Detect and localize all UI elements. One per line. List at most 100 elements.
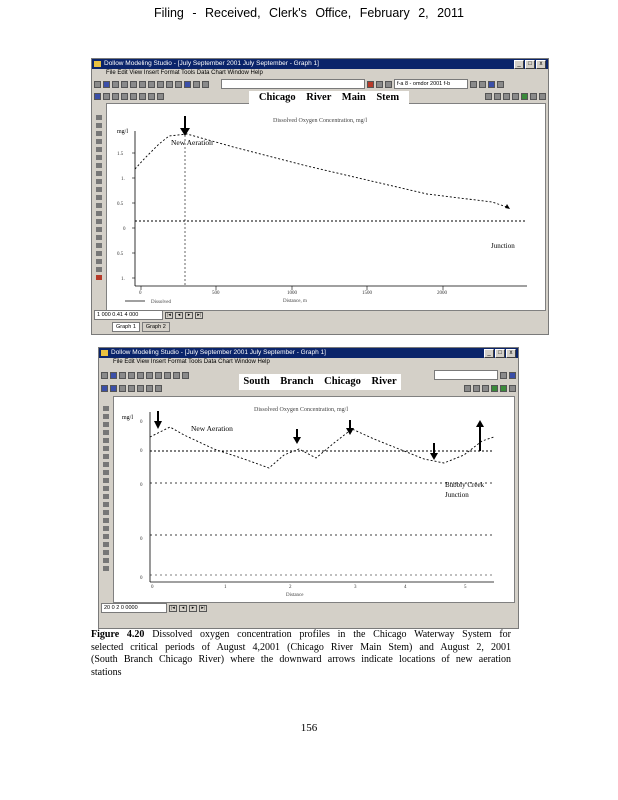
run-icon[interactable] <box>491 384 498 392</box>
nav-prev-button[interactable]: ◂ <box>175 311 183 319</box>
select-tool-icon[interactable] <box>95 115 102 120</box>
nav-next-button[interactable]: ▸ <box>189 604 197 612</box>
copy-icon[interactable] <box>148 80 155 88</box>
ellipse-tool-icon[interactable] <box>102 446 109 451</box>
scale-tool-icon[interactable] <box>102 550 109 555</box>
rect-tool-icon[interactable] <box>95 147 102 152</box>
cut-icon[interactable] <box>139 80 146 88</box>
pointer-icon[interactable] <box>146 384 153 392</box>
pen-tool-icon[interactable] <box>95 187 102 192</box>
text-icon[interactable] <box>157 92 164 100</box>
format-icon[interactable] <box>376 80 383 88</box>
table-icon[interactable] <box>193 80 200 88</box>
nav-last-button[interactable]: ▸| <box>195 311 203 319</box>
ellipse-tool-icon[interactable] <box>95 155 102 160</box>
window-icon[interactable] <box>509 384 516 392</box>
redo-icon[interactable] <box>182 371 189 379</box>
nav-first-button[interactable]: |◂ <box>169 604 177 612</box>
italic-icon[interactable] <box>479 80 486 88</box>
font-combo[interactable]: f-a 8 - omdor 2001 f-b <box>394 79 468 89</box>
paint-tool-icon[interactable] <box>102 566 109 571</box>
next-record-icon[interactable] <box>482 384 489 392</box>
measure-tool-icon[interactable] <box>95 211 102 216</box>
zoom-tool-icon[interactable] <box>102 414 109 419</box>
run-icon[interactable] <box>521 92 528 100</box>
minimize-button[interactable]: _ <box>484 349 494 358</box>
last-record-icon[interactable] <box>512 92 519 100</box>
bold-icon[interactable] <box>500 371 507 379</box>
line-tool-icon[interactable] <box>95 139 102 144</box>
layout-icon[interactable] <box>101 384 108 392</box>
marker-tool-icon[interactable] <box>102 494 109 499</box>
marker-tool-icon[interactable] <box>95 203 102 208</box>
nav-prev-button[interactable]: ◂ <box>179 604 187 612</box>
grid-tool-icon[interactable] <box>95 243 102 248</box>
maximize-button[interactable]: □ <box>525 60 535 69</box>
pan-tool-icon[interactable] <box>95 131 102 136</box>
series-tool-icon[interactable] <box>95 251 102 256</box>
legend-icon[interactable] <box>121 92 128 100</box>
rect-tool-icon[interactable] <box>102 438 109 443</box>
label-tool-icon[interactable] <box>95 219 102 224</box>
copy-icon[interactable] <box>155 371 162 379</box>
erase-tool-icon[interactable] <box>102 486 109 491</box>
object-combo[interactable] <box>434 370 498 380</box>
first-record-icon[interactable] <box>464 384 471 392</box>
series-tool-icon[interactable] <box>102 542 109 547</box>
nav-next-button[interactable]: ▸ <box>185 311 193 319</box>
record-field[interactable]: 1 000 0.41 4 000 <box>94 310 163 320</box>
title-bar[interactable]: Dollow Modeling Studio - [July September… <box>92 59 548 69</box>
prev-record-icon[interactable] <box>494 92 501 100</box>
next-record-icon[interactable] <box>503 92 510 100</box>
menu-bar[interactable]: File Edit View Insert Format Tools Data … <box>99 358 518 367</box>
bold-icon[interactable] <box>470 80 477 88</box>
zoom-tool-icon[interactable] <box>95 123 102 128</box>
minimize-button[interactable]: _ <box>514 60 524 69</box>
grid-icon[interactable] <box>110 384 117 392</box>
legend-tool-icon[interactable] <box>102 518 109 523</box>
erase-tool-icon[interactable] <box>95 195 102 200</box>
title-bar[interactable]: Dollow Modeling Studio - [July September… <box>99 348 518 358</box>
first-record-icon[interactable] <box>485 92 492 100</box>
grid-icon[interactable] <box>103 92 110 100</box>
pan-tool-icon[interactable] <box>102 422 109 427</box>
close-button[interactable]: x <box>536 60 546 69</box>
axis-icon[interactable] <box>119 384 126 392</box>
graph-area[interactable]: Dissolved Oxygen Concentration, mg/l mg/… <box>106 103 546 311</box>
prev-record-icon[interactable] <box>473 384 480 392</box>
axis-icon[interactable] <box>112 92 119 100</box>
print-icon[interactable] <box>121 80 128 88</box>
window-icon[interactable] <box>539 92 546 100</box>
tab-graph-1[interactable]: Graph 1 <box>112 322 140 332</box>
paint-tool-icon[interactable] <box>95 275 102 280</box>
arrow-tool-icon[interactable] <box>95 171 102 176</box>
fill-tool-icon[interactable] <box>95 179 102 184</box>
arrow-tool-icon[interactable] <box>102 462 109 467</box>
text-tool-icon[interactable] <box>102 454 109 459</box>
series-icon[interactable] <box>137 384 144 392</box>
stop-icon[interactable] <box>367 80 374 88</box>
legend-icon[interactable] <box>128 384 135 392</box>
print-icon[interactable] <box>128 371 135 379</box>
nav-first-button[interactable]: |◂ <box>165 311 173 319</box>
maximize-button[interactable]: □ <box>495 349 505 358</box>
chart-icon[interactable] <box>184 80 191 88</box>
axis-tool-icon[interactable] <box>102 526 109 531</box>
paste-icon[interactable] <box>157 80 164 88</box>
save-icon[interactable] <box>112 80 119 88</box>
color-tool-icon[interactable] <box>102 558 109 563</box>
preview-icon[interactable] <box>130 80 137 88</box>
color-tool-icon[interactable] <box>95 267 102 272</box>
object-combo[interactable] <box>221 79 365 89</box>
grid-tool-icon[interactable] <box>102 534 109 539</box>
help-icon[interactable] <box>497 80 504 88</box>
label-tool-icon[interactable] <box>102 510 109 515</box>
measure-tool-icon[interactable] <box>102 502 109 507</box>
scale-tool-icon[interactable] <box>95 259 102 264</box>
tab-graph-2[interactable]: Graph 2 <box>141 322 170 332</box>
layout-icon[interactable] <box>94 92 101 100</box>
undo-icon[interactable] <box>166 80 173 88</box>
fill-tool-icon[interactable] <box>102 470 109 475</box>
options-icon[interactable] <box>500 384 507 392</box>
new-icon[interactable] <box>101 371 108 379</box>
